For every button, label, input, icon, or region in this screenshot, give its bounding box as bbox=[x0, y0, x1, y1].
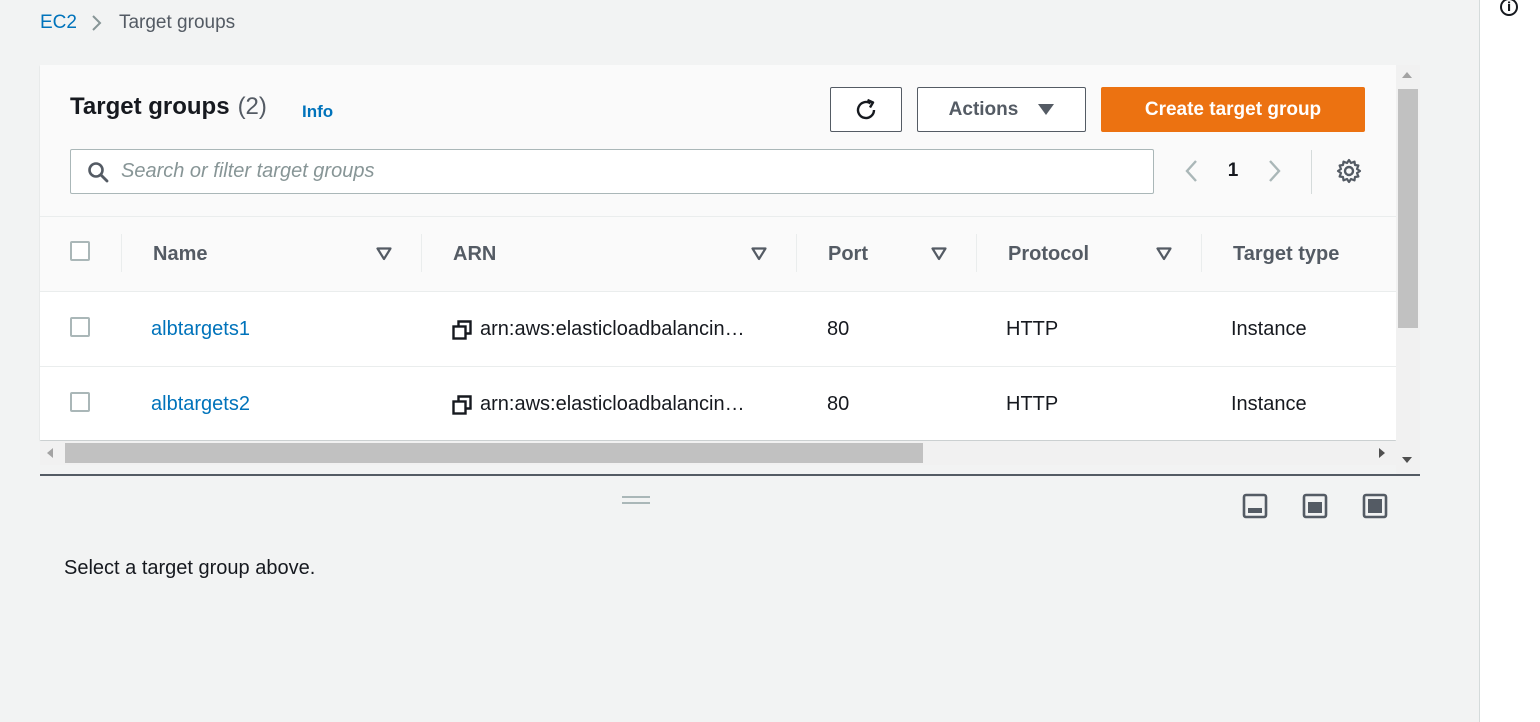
info-link[interactable]: Info bbox=[302, 102, 333, 122]
caret-down-icon bbox=[1038, 103, 1055, 115]
protocol-value: HTTP bbox=[1006, 393, 1059, 415]
scroll-up-arrow[interactable] bbox=[1402, 72, 1412, 78]
split-panel-divider bbox=[40, 474, 1420, 476]
scroll-left-arrow[interactable] bbox=[47, 448, 53, 458]
target-group-name-link[interactable]: albtargets1 bbox=[151, 318, 250, 341]
refresh-icon bbox=[856, 98, 876, 119]
scroll-down-arrow[interactable] bbox=[1402, 457, 1412, 463]
actions-label: Actions bbox=[948, 98, 1019, 120]
create-label: Create target group bbox=[1144, 98, 1322, 120]
arn-value: arn:aws:elasticloadbalancin… bbox=[480, 318, 745, 340]
column-divider bbox=[1201, 234, 1202, 272]
resize-handle[interactable] bbox=[622, 496, 650, 506]
chevron-right-icon bbox=[91, 14, 103, 32]
arn-value: arn:aws:elasticloadbalancin… bbox=[480, 393, 745, 415]
column-header-arn[interactable]: ARN bbox=[453, 217, 496, 292]
sort-icon[interactable] bbox=[376, 247, 392, 261]
copy-icon[interactable] bbox=[452, 394, 472, 415]
target-type-value: Instance bbox=[1231, 318, 1307, 340]
title-count: (2) bbox=[237, 93, 267, 120]
select-all-checkbox[interactable] bbox=[70, 241, 90, 261]
table-header-row: Name ARN Port Protocol Target type bbox=[40, 217, 1396, 292]
utility-rail bbox=[1479, 0, 1540, 722]
vertical-scrollbar-thumb[interactable] bbox=[1398, 89, 1418, 328]
page-number-button[interactable]: 1 bbox=[1218, 160, 1248, 182]
row-checkbox[interactable] bbox=[70, 317, 90, 337]
horizontal-scrollbar-thumb[interactable] bbox=[65, 443, 923, 463]
sort-icon[interactable] bbox=[931, 247, 947, 261]
panel-bottom-icon[interactable] bbox=[1242, 493, 1268, 519]
sort-icon[interactable] bbox=[751, 247, 767, 261]
target-group-name-link[interactable]: albtargets2 bbox=[151, 393, 250, 416]
port-value: 80 bbox=[827, 318, 850, 340]
breadcrumb-current: Target groups bbox=[118, 12, 236, 33]
port-value: 80 bbox=[827, 393, 850, 415]
create-target-group-button[interactable]: Create target group bbox=[1101, 87, 1365, 132]
panel-side-icon[interactable] bbox=[1302, 493, 1328, 519]
table-row[interactable]: albtargets1 arn:aws:elasticloadbalancin…… bbox=[40, 292, 1396, 367]
table-row[interactable]: albtargets2 arn:aws:elasticloadbalancin…… bbox=[40, 367, 1396, 440]
split-panel-empty-message: Select a target group above. bbox=[64, 557, 316, 579]
breadcrumb: EC2 Target groups bbox=[40, 11, 235, 35]
target-groups-table-container: Target groups (2) Info Actions Create ta… bbox=[40, 65, 1396, 440]
pagination: 1 bbox=[1176, 155, 1290, 187]
chevron-left-icon bbox=[1185, 160, 1197, 182]
next-page-button[interactable] bbox=[1260, 155, 1290, 187]
page-title: Target groups (2) bbox=[70, 93, 267, 121]
breadcrumb-ec2-link[interactable]: EC2 bbox=[40, 12, 77, 34]
previous-page-button[interactable] bbox=[1176, 155, 1206, 187]
column-divider bbox=[121, 234, 122, 272]
divider bbox=[1311, 150, 1312, 194]
gear-icon[interactable] bbox=[1335, 157, 1363, 185]
row-checkbox[interactable] bbox=[70, 392, 90, 412]
search-field[interactable] bbox=[70, 149, 1154, 194]
scroll-right-arrow[interactable] bbox=[1379, 448, 1385, 458]
actions-dropdown-button[interactable]: Actions bbox=[917, 87, 1086, 132]
panel-full-icon[interactable] bbox=[1362, 493, 1388, 519]
copy-icon[interactable] bbox=[452, 319, 472, 340]
column-divider bbox=[976, 234, 977, 272]
protocol-value: HTTP bbox=[1006, 318, 1059, 340]
refresh-button[interactable] bbox=[830, 87, 902, 132]
search-icon bbox=[88, 161, 109, 182]
column-header-name[interactable]: Name bbox=[153, 217, 207, 292]
column-header-port[interactable]: Port bbox=[828, 217, 868, 292]
column-header-target-type[interactable]: Target type bbox=[1233, 217, 1339, 292]
column-header-protocol[interactable]: Protocol bbox=[1008, 217, 1089, 292]
target-type-value: Instance bbox=[1231, 393, 1307, 415]
title-text: Target groups bbox=[70, 93, 230, 120]
column-divider bbox=[421, 234, 422, 272]
search-input[interactable] bbox=[121, 160, 1121, 183]
column-divider bbox=[796, 234, 797, 272]
table-header: Target groups (2) Info Actions Create ta… bbox=[40, 65, 1396, 217]
chevron-right-icon bbox=[1269, 160, 1281, 182]
sort-icon[interactable] bbox=[1156, 247, 1172, 261]
